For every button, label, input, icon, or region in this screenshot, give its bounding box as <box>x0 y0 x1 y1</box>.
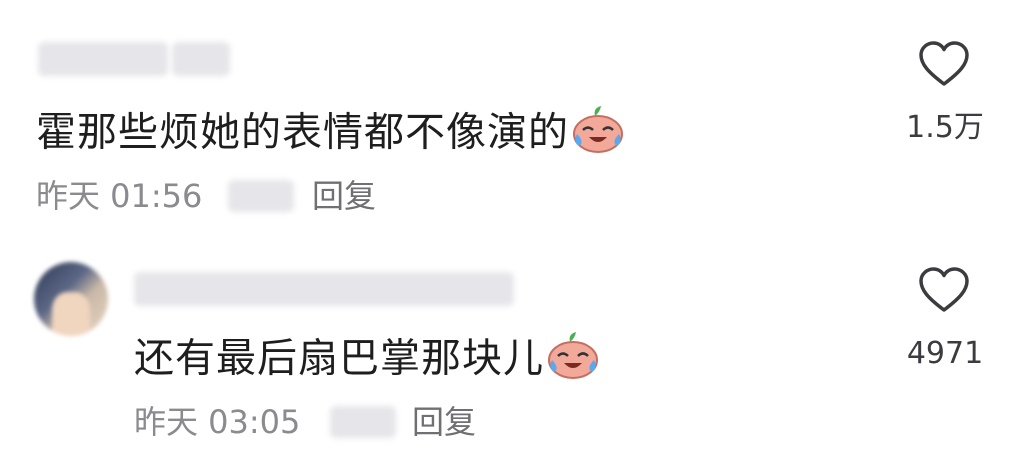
comment-meta: 昨天 01:56 <box>36 176 202 216</box>
reply-button[interactable]: 回复 <box>312 176 376 216</box>
avatar[interactable] <box>34 262 108 336</box>
location-blurred <box>228 180 294 212</box>
comment-meta: 昨天 03:05 <box>134 402 300 442</box>
like-count: 1.5万 <box>906 110 984 145</box>
like-heart-icon[interactable] <box>918 266 970 318</box>
location-blurred <box>330 406 396 438</box>
crying-laughing-emoji-icon <box>571 104 625 165</box>
reply-button[interactable]: 回复 <box>412 402 476 442</box>
crying-laughing-emoji-icon <box>546 330 600 391</box>
comment-time: 昨天 01:56 <box>36 177 203 215</box>
like-heart-icon[interactable] <box>918 40 970 92</box>
comment-text: 霍那些烦她的表情都不像演的 <box>36 109 569 156</box>
comment-text: 还有最后扇巴掌那块儿 <box>134 335 544 382</box>
comment-text-row[interactable]: 霍那些烦她的表情都不像演的 <box>36 104 625 165</box>
like-count: 4971 <box>906 336 984 371</box>
comment-text-row[interactable]: 还有最后扇巴掌那块儿 <box>134 330 600 391</box>
comment-time: 昨天 03:05 <box>134 403 301 441</box>
